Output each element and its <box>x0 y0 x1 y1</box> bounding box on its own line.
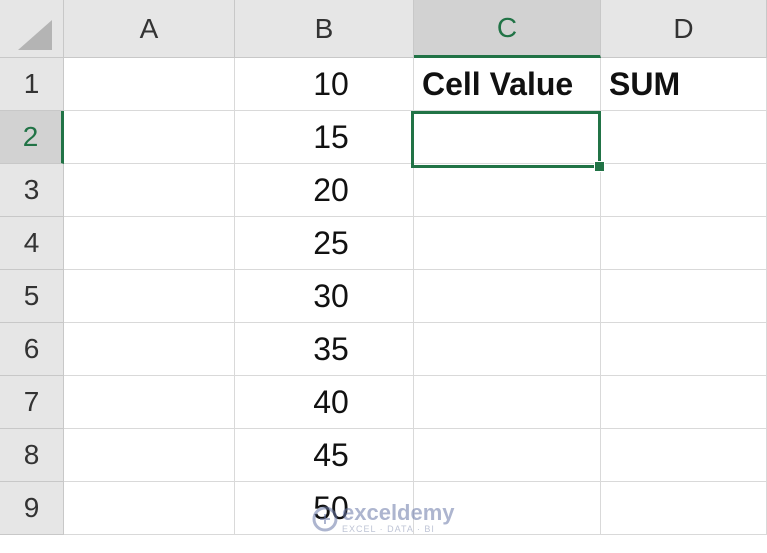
column-header-c[interactable]: C <box>414 0 601 58</box>
cell-b8[interactable]: 45 <box>235 429 414 482</box>
cell-c2[interactable] <box>414 111 601 164</box>
cell-d9[interactable] <box>601 482 767 535</box>
cell-a2[interactable] <box>64 111 235 164</box>
row-header-1[interactable]: 1 <box>0 58 64 111</box>
cell-c4[interactable] <box>414 217 601 270</box>
cell-b4[interactable]: 25 <box>235 217 414 270</box>
exceldemy-watermark: exceldemy EXCEL · DATA · BI <box>312 502 455 535</box>
cell-d7[interactable] <box>601 376 767 429</box>
cell-b6[interactable]: 35 <box>235 323 414 376</box>
cell-b5[interactable]: 30 <box>235 270 414 323</box>
cell-d6[interactable] <box>601 323 767 376</box>
row-header-8[interactable]: 8 <box>0 429 64 482</box>
row-header-5[interactable]: 5 <box>0 270 64 323</box>
column-header-b[interactable]: B <box>235 0 414 58</box>
cell-a3[interactable] <box>64 164 235 217</box>
select-all-triangle-icon <box>18 20 52 50</box>
cell-a1[interactable] <box>64 58 235 111</box>
cell-b1[interactable]: 10 <box>235 58 414 111</box>
row-header-7[interactable]: 7 <box>0 376 64 429</box>
cell-c6[interactable] <box>414 323 601 376</box>
cell-c3[interactable] <box>414 164 601 217</box>
exceldemy-logo-icon <box>312 506 338 531</box>
cell-b2[interactable]: 15 <box>235 111 414 164</box>
cell-a7[interactable] <box>64 376 235 429</box>
cell-c1[interactable]: Cell Value <box>414 58 601 111</box>
row-header-6[interactable]: 6 <box>0 323 64 376</box>
row-header-9[interactable]: 9 <box>0 482 64 535</box>
column-header-d[interactable]: D <box>601 0 767 58</box>
cell-c8[interactable] <box>414 429 601 482</box>
cell-c5[interactable] <box>414 270 601 323</box>
cell-d8[interactable] <box>601 429 767 482</box>
cell-a5[interactable] <box>64 270 235 323</box>
fill-handle[interactable] <box>594 161 605 172</box>
cell-b3[interactable]: 20 <box>235 164 414 217</box>
row-header-4[interactable]: 4 <box>0 217 64 270</box>
watermark-name: exceldemy <box>342 500 455 525</box>
cell-b7[interactable]: 40 <box>235 376 414 429</box>
spreadsheet-grid: A B C D 1 2 3 4 5 6 7 8 9 10 15 20 25 30… <box>0 0 767 553</box>
cell-d2[interactable] <box>601 111 767 164</box>
select-all-button[interactable] <box>0 0 64 58</box>
cell-d5[interactable] <box>601 270 767 323</box>
cell-d3[interactable] <box>601 164 767 217</box>
cell-a6[interactable] <box>64 323 235 376</box>
watermark-tagline: EXCEL · DATA · BI <box>342 524 435 534</box>
cell-c7[interactable] <box>414 376 601 429</box>
column-header-a[interactable]: A <box>64 0 235 58</box>
cell-d4[interactable] <box>601 217 767 270</box>
row-header-2[interactable]: 2 <box>0 111 64 164</box>
row-header-3[interactable]: 3 <box>0 164 64 217</box>
cell-a9[interactable] <box>64 482 235 535</box>
cell-d1[interactable]: SUM <box>601 58 767 111</box>
cell-a8[interactable] <box>64 429 235 482</box>
cell-a4[interactable] <box>64 217 235 270</box>
